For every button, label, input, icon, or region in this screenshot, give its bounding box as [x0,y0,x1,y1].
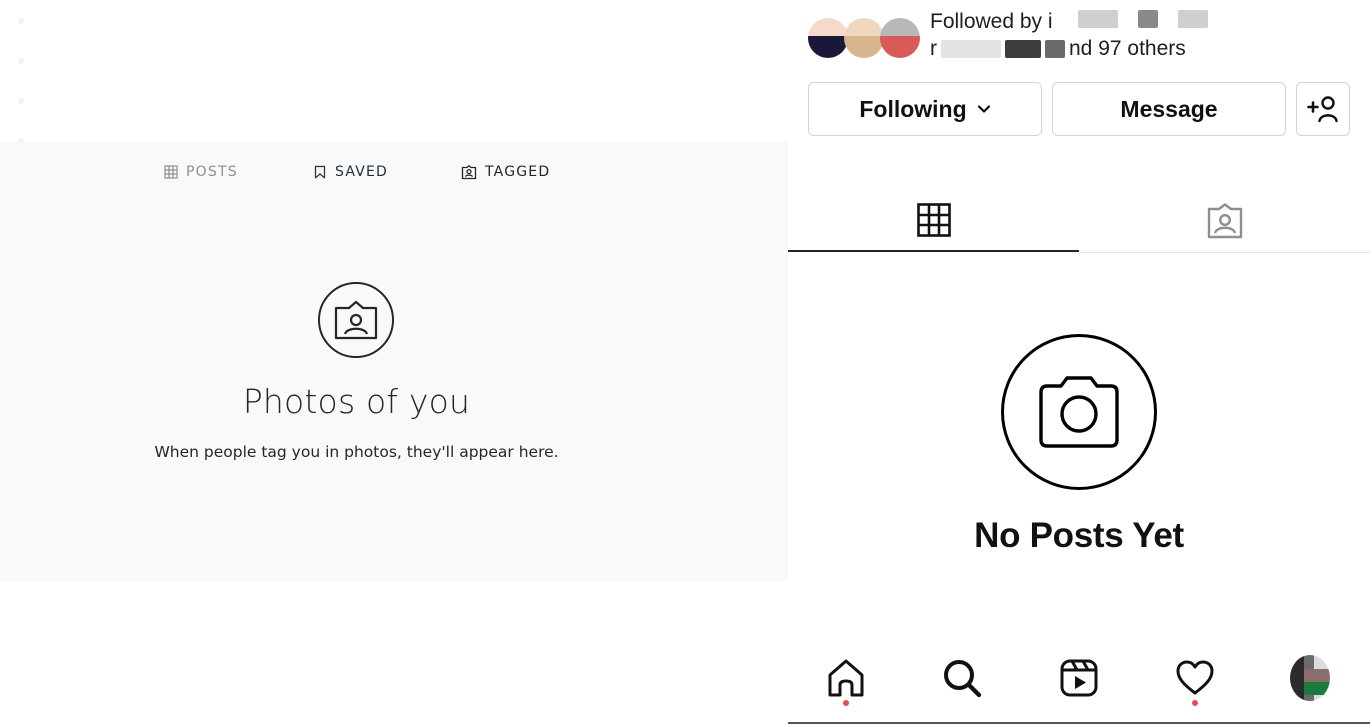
tagged-icon [461,165,477,180]
redacted-username [1178,10,1209,28]
tab-tagged-label: TAGGED [485,164,551,180]
add-user-icon [1307,96,1338,123]
avatar [844,18,884,58]
followed-by-prefix: Followed by i [930,10,1053,33]
home-icon [828,659,864,697]
empty-state-subtitle: When people tag you in photos, they'll a… [154,443,559,461]
redacted-username [1045,39,1065,58]
followed-by-text[interactable]: Followed by i r nd 97 others [930,8,1209,62]
tab-tagged-mobile[interactable] [1079,190,1370,253]
notification-dot [1192,700,1198,706]
message-button[interactable]: Message [1052,82,1286,136]
following-button[interactable]: Following [808,82,1042,136]
tab-posts[interactable]: POSTS [164,164,238,180]
reels-icon [1060,659,1098,697]
web-profile-content: POSTS SAVED TAGGED Photos of you When pe… [0,142,788,582]
mobile-profile-tabs [788,190,1370,254]
followed-by-line-2: r nd 97 others [930,35,1208,62]
avatar [880,18,920,58]
tab-tagged[interactable]: TAGGED [461,164,550,180]
search-icon [944,660,982,698]
tab-grid[interactable] [788,190,1079,252]
profile-avatar [1290,655,1330,701]
followed-by-others: nd 97 others [1069,37,1186,60]
nav-profile[interactable] [1290,655,1330,701]
tab-posts-label: POSTS [186,164,238,180]
following-label: Following [859,95,967,122]
followers-avatars[interactable] [808,18,920,58]
tagged-icon [1207,203,1242,239]
mobile-profile-panel: Followed by i r nd 97 others Following M… [788,0,1370,724]
followed-by-line2-prefix: r [930,37,937,60]
empty-state-title: Photos of you [242,382,471,421]
web-profile-tabs: POSTS SAVED TAGGED [0,142,788,204]
tab-saved-label: SAVED [335,164,389,180]
tab-saved[interactable]: SAVED [313,164,388,180]
redacted-username [1138,10,1159,28]
chevron-down-icon [977,105,990,113]
bookmark-icon [314,165,326,179]
camera-icon [1001,334,1157,490]
bottom-navigation [788,648,1370,724]
grid-icon [164,165,178,179]
web-profile-panel: POSTS SAVED TAGGED Photos of you When pe… [0,0,788,724]
add-user-button[interactable] [1296,82,1350,136]
message-label: Message [1120,95,1218,122]
nav-search[interactable] [942,658,982,698]
no-posts-title: No Posts Yet [974,516,1184,555]
redacted-username [1078,10,1119,28]
redacted-username [1005,39,1041,58]
nav-home[interactable] [826,658,866,698]
avatar [808,18,848,58]
heart-icon [1176,660,1214,695]
tagged-photo-icon [318,282,394,358]
redacted-username [941,39,1001,58]
nav-reels[interactable] [1059,658,1099,698]
nav-activity[interactable] [1175,658,1215,698]
grid-icon [916,203,951,237]
notification-dot [843,700,849,706]
followed-by-line-1: Followed by i [930,8,1209,35]
